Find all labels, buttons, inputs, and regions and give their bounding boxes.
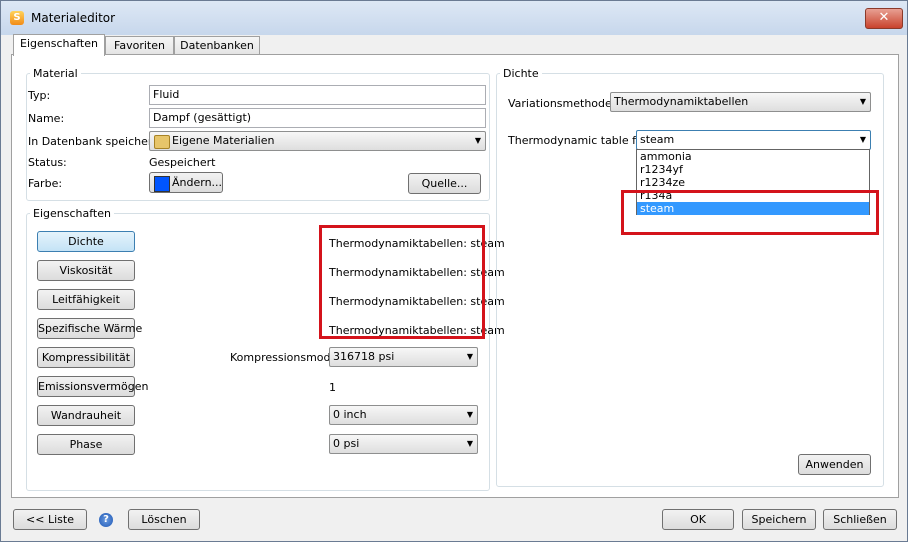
type-label: Typ: (28, 89, 51, 102)
property-button-wandrauheit[interactable]: Wandrauheit (37, 405, 135, 426)
variation-method-value: Thermodynamiktabellen (614, 95, 749, 108)
save-button[interactable]: Speichern (742, 509, 816, 530)
property-button-leitfaehigkeit[interactable]: Leitfähigkeit (37, 289, 135, 310)
material-group-title: Material (30, 67, 81, 80)
property-button-kompressibilitaet[interactable]: Kompressibilität (37, 347, 135, 368)
database-icon (154, 135, 170, 149)
chevron-down-icon: ▼ (859, 135, 866, 144)
property-button-phase[interactable]: Phase (37, 434, 135, 455)
property-button-emissionsvermoegen[interactable]: Emissionsvermögen (37, 376, 148, 397)
density-group-title: Dichte (500, 67, 542, 80)
name-field[interactable]: Dampf (gesättigt) (149, 108, 486, 128)
wall-roughness-value: 0 inch (333, 408, 367, 421)
chevron-down-icon: ▼ (466, 352, 473, 361)
change-color-button[interactable]: Ändern... (149, 172, 223, 193)
dropdown-option[interactable]: r1234yf (637, 163, 869, 176)
title-bar: S Materialeditor ✕ (1, 1, 907, 35)
compression-modulus-value: 316718 psi (333, 350, 395, 363)
status-label: Status: (28, 156, 67, 169)
highlight-box-property-values (319, 225, 485, 339)
property-button-spezifische-waerme[interactable]: Spezifische Wärme (37, 318, 142, 339)
variation-method-label: Variationsmethode: (508, 97, 616, 110)
compression-modulus-label: Kompressionsmodul (230, 351, 341, 364)
phase-combo[interactable]: 0 psi ▼ (329, 434, 478, 454)
tab-datenbanken[interactable]: Datenbanken (174, 36, 260, 55)
window-close-button[interactable]: ✕ (865, 8, 903, 29)
tab-eigenschaften[interactable]: Eigenschaften (13, 34, 105, 56)
property-button-viskositaet[interactable]: Viskosität (37, 260, 135, 281)
status-value: Gespeichert (149, 156, 216, 169)
type-field[interactable]: Fluid (149, 85, 486, 105)
table-file-label: Thermodynamic table file: (508, 134, 653, 147)
delete-button[interactable]: Löschen (128, 509, 200, 530)
change-color-label: Ändern... (172, 176, 223, 189)
window-title: Materialeditor (31, 11, 116, 25)
compression-modulus-combo[interactable]: 316718 psi ▼ (329, 347, 478, 367)
material-editor-window: S Materialeditor ✕ Eigenschaften Favorit… (0, 0, 908, 542)
wall-roughness-combo[interactable]: 0 inch ▼ (329, 405, 478, 425)
properties-group-title: Eigenschaften (30, 207, 114, 220)
source-button[interactable]: Quelle... (408, 173, 481, 194)
list-button[interactable]: << Liste (13, 509, 87, 530)
name-label: Name: (28, 112, 65, 125)
chevron-down-icon: ▼ (466, 410, 473, 419)
variation-method-combo[interactable]: Thermodynamiktabellen ▼ (610, 92, 871, 112)
phase-value: 0 psi (333, 437, 360, 450)
table-file-combo[interactable]: steam ▼ (636, 130, 871, 150)
chevron-down-icon: ▼ (859, 97, 866, 106)
tab-favoriten[interactable]: Favoriten (105, 36, 174, 55)
apply-button[interactable]: Anwenden (798, 454, 871, 475)
table-file-value: steam (640, 133, 675, 146)
save-db-combo[interactable]: Eigene Materialien ▼ (149, 131, 486, 151)
highlight-box-steam-option (621, 190, 879, 235)
save-db-label: In Datenbank speichern: (28, 135, 163, 148)
chevron-down-icon: ▼ (466, 439, 473, 448)
app-icon: S (10, 11, 24, 25)
save-db-value: Eigene Materialien (172, 134, 275, 147)
color-swatch (154, 176, 170, 192)
chevron-down-icon: ▼ (474, 136, 481, 145)
help-icon[interactable]: ? (99, 513, 113, 527)
ok-button[interactable]: OK (662, 509, 734, 530)
close-button[interactable]: Schließen (823, 509, 897, 530)
emissivity-value: 1 (329, 381, 336, 394)
dropdown-option[interactable]: r1234ze (637, 176, 869, 189)
color-label: Farbe: (28, 177, 63, 190)
property-button-dichte[interactable]: Dichte (37, 231, 135, 252)
dropdown-option[interactable]: ammonia (637, 150, 869, 163)
